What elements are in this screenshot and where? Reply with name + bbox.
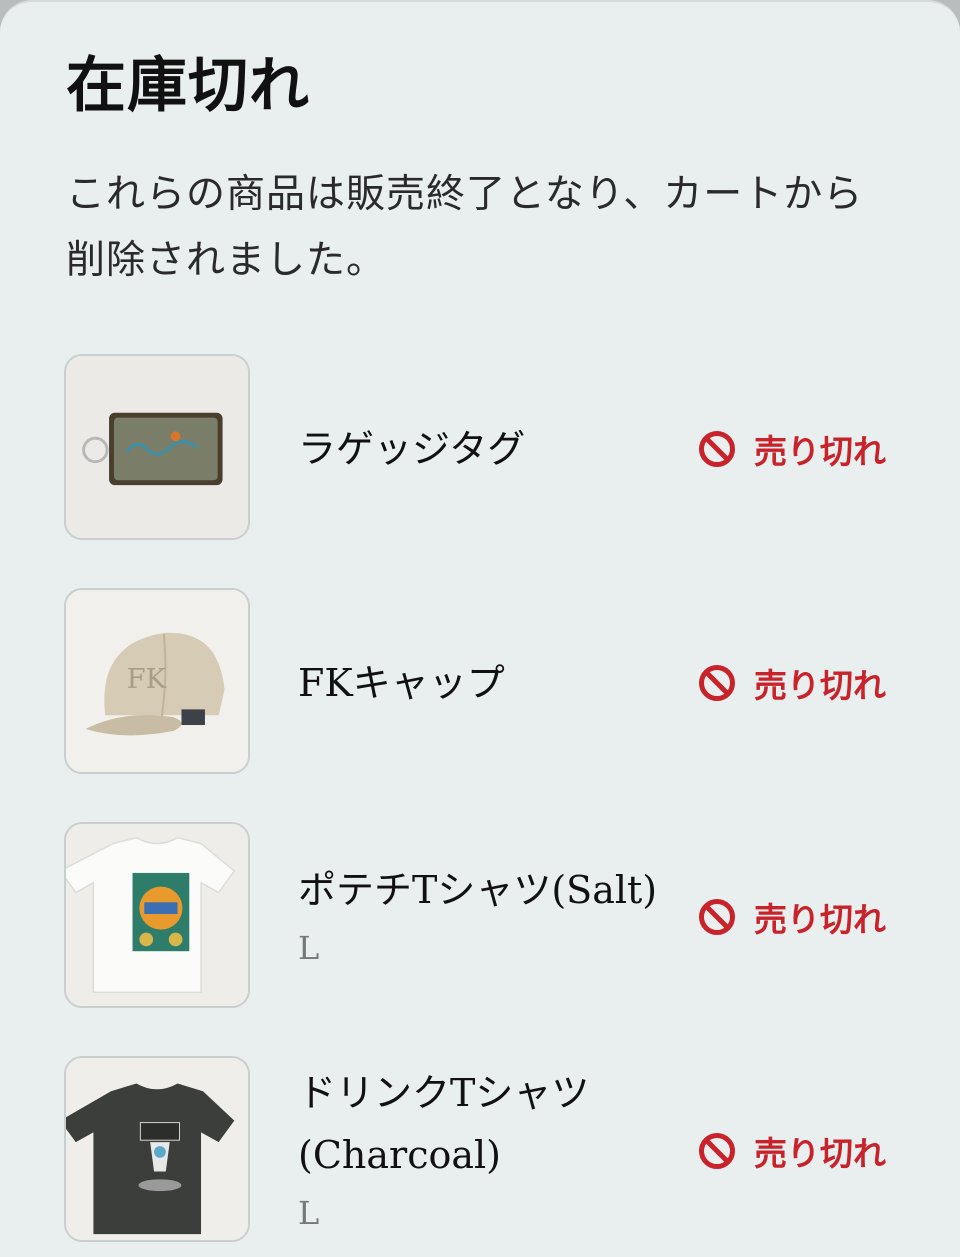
- list-item: ドリンクTシャツ(Charcoal) L 売り切れ: [0, 1056, 960, 1246]
- product-thumbnail: [64, 354, 250, 540]
- list-item: ラゲッジタグ 売り切れ: [0, 354, 960, 544]
- luggage-tag-image: [66, 356, 248, 538]
- product-name: ポテチTシャツ(Salt): [298, 868, 658, 912]
- prohibited-icon: [698, 430, 736, 468]
- product-thumbnail: [64, 822, 250, 1008]
- charcoal-tshirt-image: [66, 1058, 248, 1240]
- prohibited-icon: [698, 664, 736, 702]
- product-name: FKキャップ: [298, 661, 505, 705]
- sheet-description: これらの商品は販売終了となり、カートから削除されました。: [66, 172, 864, 283]
- product-thumbnail: [64, 1056, 250, 1242]
- sold-out-label: 売り切れ: [754, 432, 886, 471]
- sold-out-label: 売り切れ: [754, 900, 886, 939]
- out-of-stock-sheet: 在庫切れ これらの商品は販売終了となり、カートから削除されました。 ラゲッジタグ…: [0, 0, 960, 1257]
- product-name: ラゲッジタグ: [298, 427, 526, 471]
- white-tshirt-image: [66, 824, 248, 1006]
- product-thumbnail: FK: [64, 588, 250, 774]
- sold-out-label: 売り切れ: [754, 666, 886, 705]
- product-name: ドリンクTシャツ(Charcoal): [298, 1071, 590, 1177]
- sold-out-badge: 売り切れ: [698, 896, 886, 939]
- product-variant-size: L: [298, 929, 320, 967]
- product-variant-size: L: [298, 1194, 320, 1232]
- sold-out-label: 売り切れ: [754, 1134, 886, 1173]
- sheet-title: 在庫切れ: [66, 51, 310, 121]
- cap-image: FK: [66, 590, 248, 772]
- list-item: FK FKキャップ 売り切れ: [0, 588, 960, 778]
- prohibited-icon: [698, 898, 736, 936]
- prohibited-icon: [698, 1132, 736, 1170]
- sold-out-badge: 売り切れ: [698, 428, 886, 471]
- list-item: ポテチTシャツ(Salt) L 売り切れ: [0, 822, 960, 1012]
- svg-text:FK: FK: [127, 664, 167, 695]
- sold-out-badge: 売り切れ: [698, 662, 886, 705]
- sold-out-badge: 売り切れ: [698, 1130, 886, 1173]
